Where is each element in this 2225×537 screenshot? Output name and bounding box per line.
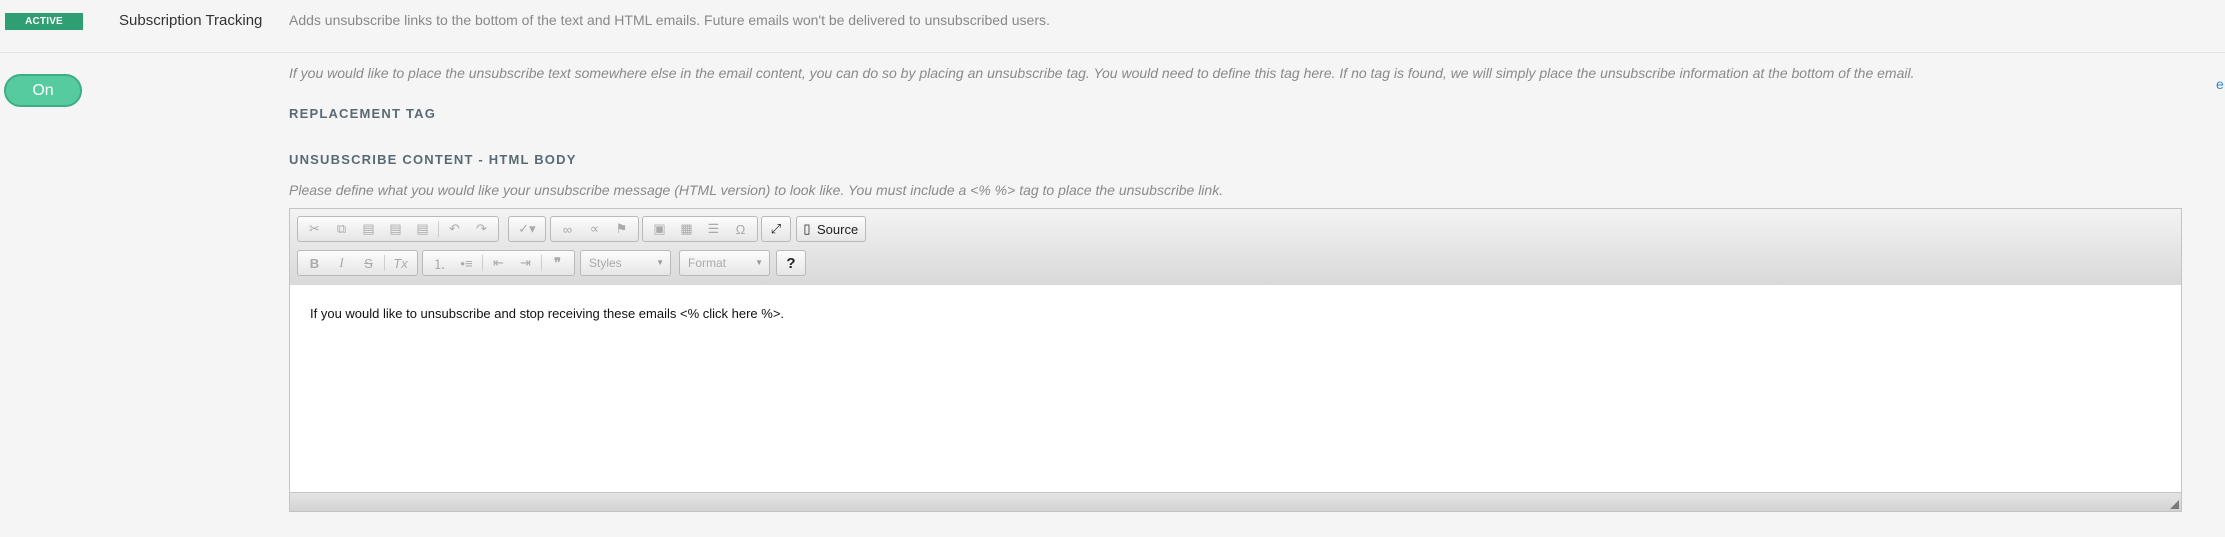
separator: [541, 255, 542, 271]
bold-icon[interactable]: B: [301, 252, 328, 274]
links-group: ∞ ∝ ⚑: [550, 216, 639, 242]
undo-icon[interactable]: ↶: [441, 218, 468, 240]
separator: [482, 255, 483, 271]
image-icon[interactable]: ▣: [646, 218, 673, 240]
status-badge: ACTIVE: [5, 13, 83, 30]
cut-icon[interactable]: ✂: [301, 218, 328, 240]
bulleted-list-icon[interactable]: •≡: [453, 252, 480, 274]
source-button[interactable]: ▯ Source: [796, 216, 866, 242]
blockquote-icon[interactable]: ❞: [544, 252, 571, 274]
spellcheck-group: ✓▾: [508, 216, 546, 242]
indent-icon[interactable]: ⇥: [512, 252, 539, 274]
paragraph-group: ⒈ •≡ ⇤ ⇥ ❞: [422, 250, 575, 276]
strikethrough-icon[interactable]: S: [355, 252, 382, 274]
source-label: Source: [817, 221, 859, 237]
paste-word-icon[interactable]: ▤: [409, 218, 436, 240]
outdent-icon[interactable]: ⇤: [485, 252, 512, 274]
document-icon: ▯: [803, 221, 811, 236]
separator: [438, 221, 439, 237]
help-group: ?: [776, 250, 806, 276]
setting-header-row: ACTIVE Subscription Tracking Adds unsubs…: [0, 0, 2225, 53]
on-off-toggle[interactable]: On: [4, 74, 82, 107]
redo-icon[interactable]: ↷: [468, 218, 495, 240]
styles-dropdown-label: Styles: [589, 256, 622, 270]
separator: [384, 255, 385, 271]
unlink-icon[interactable]: ∝: [581, 218, 608, 240]
replacement-tag-label: REPLACEMENT TAG: [289, 106, 437, 121]
maximize-group: ⤢: [761, 216, 791, 242]
clipboard-group: ✂ ⧉ ▤ ▤ ▤ ↶ ↷: [297, 216, 499, 242]
editor-content-area[interactable]: If you would like to unsubscribe and sto…: [290, 285, 2181, 493]
help-icon[interactable]: ?: [780, 252, 802, 274]
horizontal-rule-icon[interactable]: ☰: [700, 218, 727, 240]
styles-dropdown[interactable]: Styles ▼: [580, 250, 671, 276]
paste-text-icon[interactable]: ▤: [382, 218, 409, 240]
setting-name: Subscription Tracking: [119, 12, 263, 29]
link-icon[interactable]: ∞: [554, 218, 581, 240]
unsubscribe-intro-text: If you would like to place the unsubscri…: [289, 65, 1915, 81]
rich-text-editor: ✂ ⧉ ▤ ▤ ▤ ↶ ↷ ✓▾ ∞ ∝ ⚑ ▣ ▦ ☰ Ω ⤢ ▯ Sourc…: [289, 208, 2182, 512]
remove-format-icon[interactable]: Tx: [387, 252, 414, 274]
insert-group: ▣ ▦ ☰ Ω: [642, 216, 758, 242]
paste-icon[interactable]: ▤: [355, 218, 382, 240]
numbered-list-icon[interactable]: ⒈: [426, 252, 453, 274]
edit-link[interactable]: e: [2216, 76, 2224, 92]
special-char-icon[interactable]: Ω: [727, 218, 754, 240]
setting-description: Adds unsubscribe links to the bottom of …: [289, 12, 1050, 28]
html-body-label: UNSUBSCRIBE CONTENT - HTML BODY: [289, 152, 577, 167]
maximize-icon[interactable]: ⤢: [765, 218, 787, 240]
table-icon[interactable]: ▦: [673, 218, 700, 240]
html-body-help-text: Please define what you would like your u…: [289, 182, 1224, 198]
anchor-flag-icon[interactable]: ⚑: [608, 218, 635, 240]
chevron-down-icon: ▼: [755, 258, 763, 267]
resize-handle-icon[interactable]: [2170, 500, 2179, 509]
format-dropdown-label: Format: [688, 256, 727, 270]
copy-icon[interactable]: ⧉: [328, 218, 355, 240]
chevron-down-icon: ▼: [656, 258, 664, 267]
editor-content-text[interactable]: If you would like to unsubscribe and sto…: [310, 306, 784, 321]
italic-icon[interactable]: I: [328, 252, 355, 274]
editor-status-bar: [290, 492, 2181, 511]
format-dropdown[interactable]: Format ▼: [679, 250, 770, 276]
editor-toolbar: ✂ ⧉ ▤ ▤ ▤ ↶ ↷ ✓▾ ∞ ∝ ⚑ ▣ ▦ ☰ Ω ⤢ ▯ Sourc…: [290, 209, 2181, 286]
spellcheck-icon[interactable]: ✓▾: [512, 218, 542, 240]
basic-styles-group: B I S Tx: [297, 250, 418, 276]
